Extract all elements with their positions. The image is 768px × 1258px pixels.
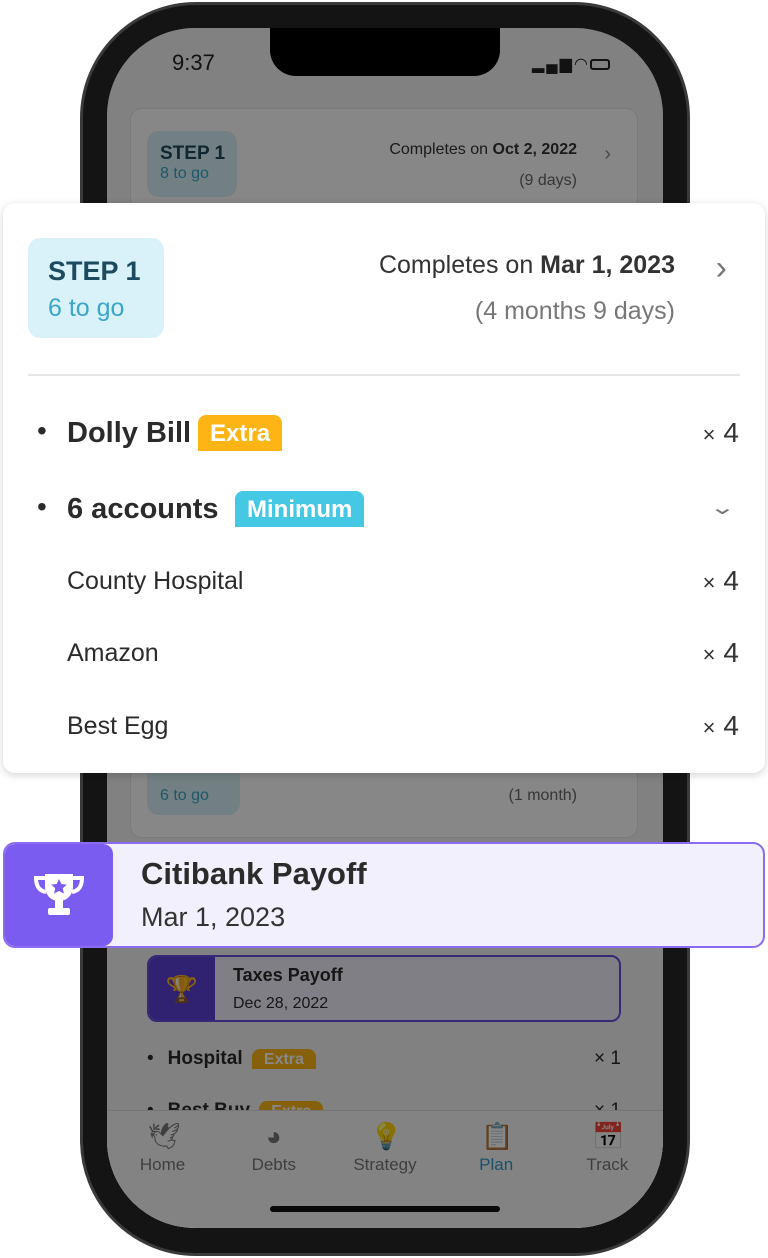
item-6-accounts[interactable]: • 6 accounts Minimum ⌄ [3, 491, 765, 531]
sub-item-name: Amazon [67, 639, 159, 667]
item-qty: × 4 [702, 565, 739, 596]
extra-badge: Extra [198, 415, 283, 451]
citibank-payoff-card[interactable]: Citibank Payoff Mar 1, 2023 [3, 842, 765, 948]
sub-item-name: Best Egg [67, 712, 169, 740]
payoff-date: Mar 1, 2023 [141, 902, 286, 932]
payoff-title: Citibank Payoff [141, 856, 367, 891]
step-badge: STEP 1 6 to go [28, 238, 164, 338]
item-qty: × 4 [702, 710, 739, 741]
step-to-go: 6 to go [48, 294, 125, 322]
sub-item: County Hospital × 4 [3, 565, 765, 605]
trophy-icon [5, 844, 113, 946]
step-title: STEP 1 [48, 256, 141, 286]
sub-item: Amazon × 4 [3, 637, 765, 677]
step-detail-card: STEP 1 6 to go Completes on Mar 1, 2023 … [3, 203, 765, 773]
divider [28, 374, 740, 376]
item-name: 6 accounts [67, 493, 219, 525]
sub-item-name: County Hospital [67, 567, 244, 595]
duration: (4 months 9 days) [474, 297, 675, 325]
notch [270, 28, 500, 76]
item-qty: × 4 [702, 637, 739, 668]
item-dolly-bill: • Dolly Bill Extra × 4 [37, 415, 739, 451]
chevron-down-icon[interactable]: ⌄ [709, 495, 736, 520]
completes-text: Completes on Mar 1, 2023 [378, 251, 675, 279]
item-qty: × 4 [702, 417, 739, 448]
item-name: Dolly Bill [67, 417, 192, 449]
chevron-right-icon[interactable]: › [716, 249, 727, 288]
sub-item: Best Egg × 4 [3, 710, 765, 750]
minimum-badge: Minimum [235, 491, 365, 527]
